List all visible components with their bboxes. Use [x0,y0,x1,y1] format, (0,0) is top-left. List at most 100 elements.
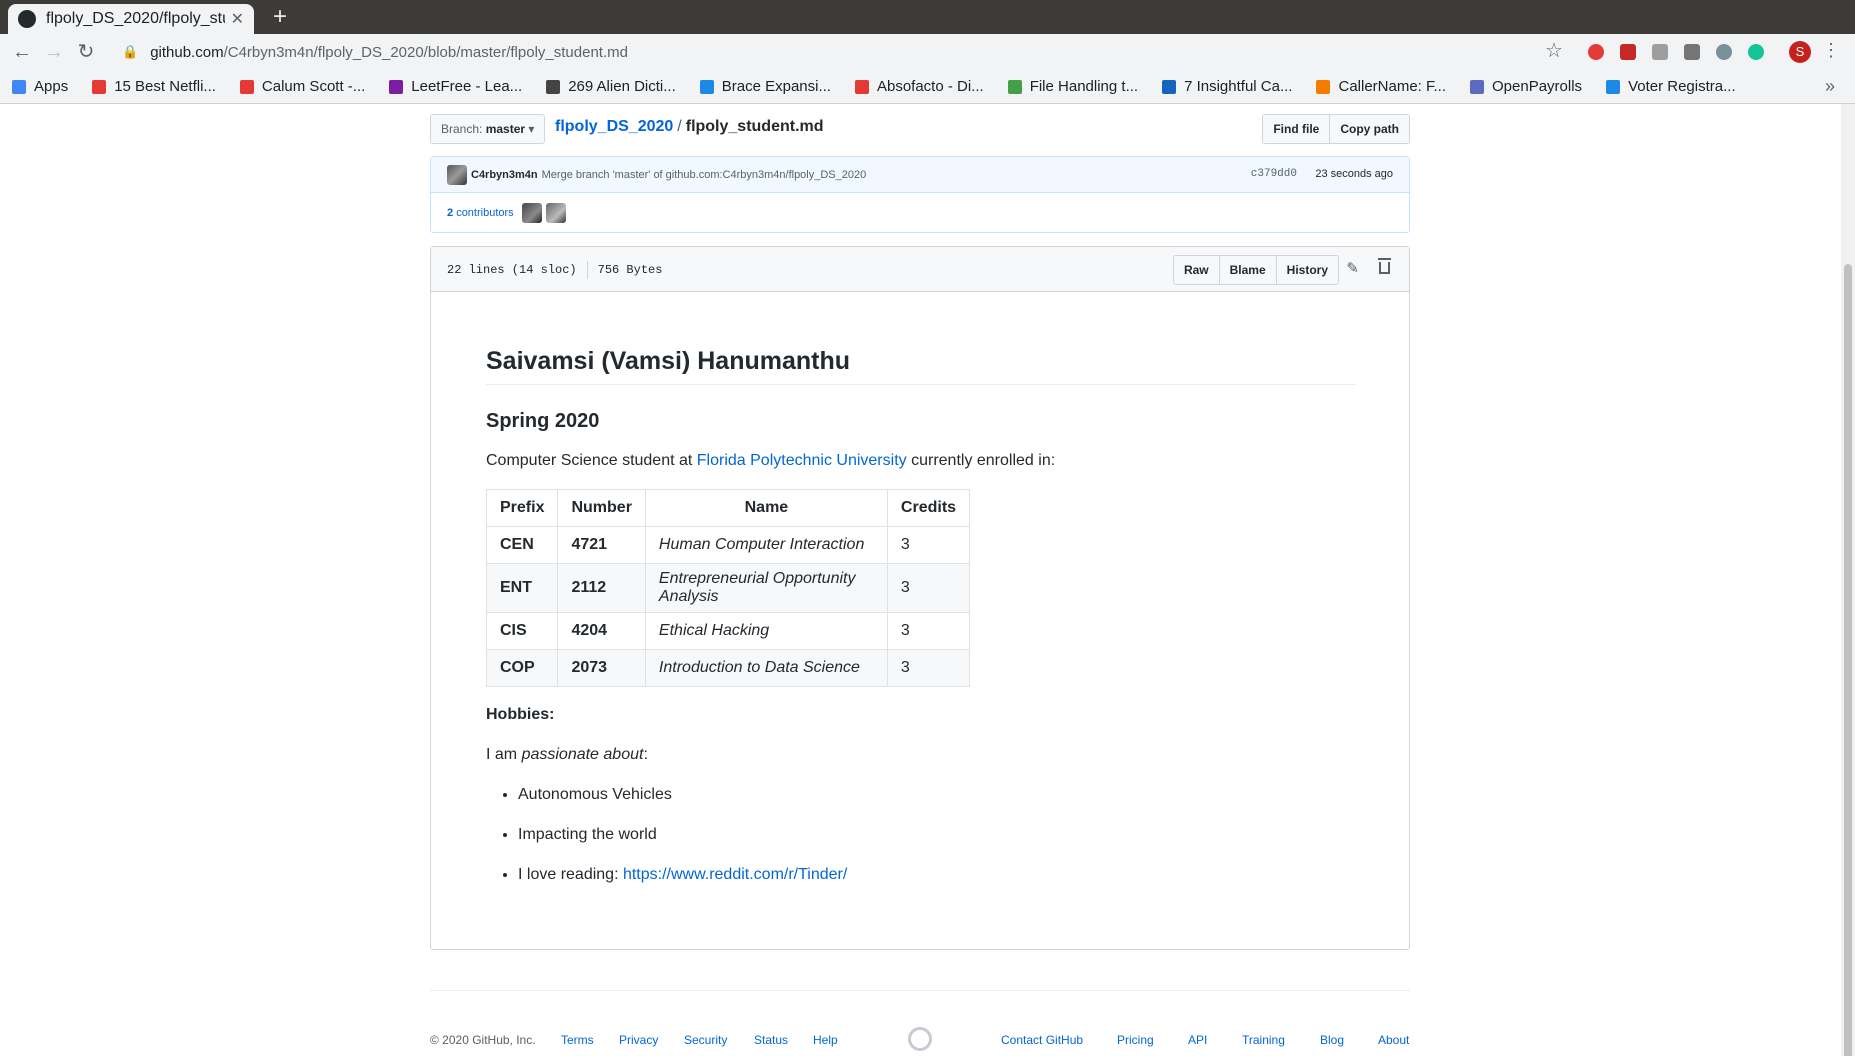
footer-api-link[interactable]: API [1188,1033,1207,1047]
bookmark-item[interactable]: Absofacto - Di... [854,78,984,95]
tab-title: flpoly_DS_2020/flpoly_stu [46,10,225,27]
bookmark-favicon-icon [239,79,254,94]
column-header: Prefix [485,489,559,527]
bookmark-item[interactable]: Voter Registra... [1606,78,1736,95]
footer-contact-link[interactable]: Contact GitHub [1001,1033,1083,1047]
opera-extension-icon[interactable] [1588,44,1604,60]
file-actions: Find file Copy path [1262,114,1410,144]
url-path: /C4rbyn3m4n/flpoly_DS_2020/blob/master/f… [223,43,628,61]
bookmark-favicon-icon [92,79,107,94]
browser-toolbar: ← → ↻ 🔒 github.com/C4rbyn3m4n/flpoly_DS_… [0,34,1855,70]
site-footer: © 2020 GitHub, Inc. Terms Privacy Securi… [430,990,1410,1056]
bookmark-label: CallerName: F... [1338,78,1447,95]
footer-help-link[interactable]: Help [813,1033,838,1047]
reddit-link[interactable]: https://www.reddit.com/r/Tinder/ [623,866,847,883]
github-logo-icon[interactable] [908,1027,932,1051]
bookmark-item[interactable]: Brace Expansi... [699,78,831,95]
profile-avatar[interactable]: S [1789,41,1811,63]
trash-icon[interactable] [1378,258,1391,274]
latest-commit: C4rbyn3m4n Merge branch 'master' of gith… [431,157,1409,193]
table-cell: Ethical Hacking [644,612,888,650]
footer-privacy-link[interactable]: Privacy [619,1033,658,1047]
new-tab-button[interactable]: + [266,4,294,32]
blame-button[interactable]: Blame [1220,256,1277,284]
footer-about-link[interactable]: About [1378,1033,1409,1047]
table-row: CIS 4204 Ethical Hacking 3 [485,612,971,650]
bookmark-item[interactable]: Calum Scott -... [239,78,366,95]
contributor-avatar[interactable] [521,202,542,223]
list-item: Impacting the world [518,823,1356,847]
find-file-button[interactable]: Find file [1263,115,1331,143]
footer-security-link[interactable]: Security [684,1033,727,1047]
footer-blog-link[interactable]: Blog [1320,1033,1344,1047]
footer-terms-link[interactable]: Terms [561,1033,594,1047]
commit-tease: C4rbyn3m4n Merge branch 'master' of gith… [430,156,1410,233]
column-header: Number [557,489,646,527]
table-cell: Introduction to Data Science [644,649,888,687]
bookmark-favicon-icon [699,79,714,94]
table-cell: 3 [886,526,971,564]
table-cell: 4204 [557,612,646,650]
branch-selector[interactable]: Branch: master ▾ [430,114,546,144]
bookmark-label: 7 Insightful Ca... [1184,78,1293,95]
grammarly-extension-icon[interactable] [1748,44,1764,60]
file-name: flpoly_student.md [685,118,824,135]
github-icon [18,10,36,28]
bookmark-item[interactable]: 7 Insightful Ca... [1162,78,1292,95]
bookmark-favicon-icon [1007,79,1022,94]
bookmark-item[interactable]: CallerName: F... [1316,78,1446,95]
bookmark-item[interactable]: OpenPayrolls [1470,78,1582,95]
infinity-extension-icon[interactable] [1716,44,1732,60]
university-link[interactable]: Florida Polytechnic University [697,452,907,469]
table-cell: 4721 [557,526,646,564]
raw-button[interactable]: Raw [1174,256,1220,284]
contributor-avatar[interactable] [545,202,566,223]
history-button[interactable]: History [1277,256,1338,284]
repo-link[interactable]: flpoly_DS_2020 [555,118,673,135]
commit-author[interactable]: C4rbyn3m4n [471,169,538,181]
bookmark-favicon-icon [1606,79,1621,94]
copy-path-button[interactable]: Copy path [1330,115,1409,143]
forward-button[interactable]: → [40,38,68,66]
close-tab-icon[interactable]: ✕ [231,9,244,29]
bookmark-item[interactable]: LeetFree - Lea... [389,78,522,95]
commit-sha[interactable]: c379dd0 [1251,168,1297,180]
bookmark-star-icon[interactable]: ☆ [1545,38,1563,63]
table-cell: ENT [485,563,559,613]
browser-tab[interactable]: flpoly_DS_2020/flpoly_stu ✕ [8,4,254,34]
table-cell: 2112 [557,563,646,613]
bookmark-item[interactable]: Apps [12,78,68,95]
more-bookmarks-icon[interactable]: » [1825,76,1835,97]
reload-button[interactable]: ↻ [72,38,100,66]
divider [586,261,588,279]
k-extension-icon[interactable] [1652,44,1668,60]
table-row: CEN 4721 Human Computer Interaction 3 [485,526,971,564]
bookmark-item[interactable]: 269 Alien Dicti... [546,78,676,95]
commit-message[interactable]: Merge branch 'master' of github.com:C4rb… [542,169,867,181]
footer-status-link[interactable]: Status [754,1033,788,1047]
bookmark-label: Calum Scott -... [261,78,366,95]
footer-training-link[interactable]: Training [1242,1033,1285,1047]
footer-pricing-link[interactable]: Pricing [1117,1033,1154,1047]
scrollbar-thumb[interactable] [1844,264,1852,1056]
page-scrollbar[interactable] [1841,104,1855,1056]
intro-text: Computer Science student at [486,452,697,469]
back-button[interactable]: ← [8,38,36,66]
column-header: Credits [886,489,971,527]
intro-paragraph: Computer Science student at Florida Poly… [486,449,1356,473]
table-row: ENT 2112 Entrepreneurial Opportunity Ana… [485,563,971,613]
readme-subheading: Spring 2020 [486,410,600,432]
bookmark-favicon-icon [1162,79,1177,94]
pencil-icon[interactable]: ✎ [1346,259,1359,277]
gmail-counter-extension-icon[interactable] [1620,44,1636,60]
address-bar[interactable]: 🔒 github.com/C4rbyn3m4n/flpoly_DS_2020/b… [110,37,1560,67]
readme-heading: Saivamsi (Vamsi) Hanumanthu [486,347,1356,385]
bookmark-item[interactable]: File Handling t... [1007,78,1139,95]
browser-menu-icon[interactable]: ⋮ [1822,40,1840,61]
bookmark-item[interactable]: 15 Best Netfli... [92,78,216,95]
author-avatar[interactable] [447,164,467,185]
table-cell: CEN [485,526,559,564]
contributors-link[interactable]: 2 contributors [447,207,514,219]
bookmark-label: File Handling t... [1029,78,1139,95]
s-extension-icon[interactable] [1684,44,1700,60]
